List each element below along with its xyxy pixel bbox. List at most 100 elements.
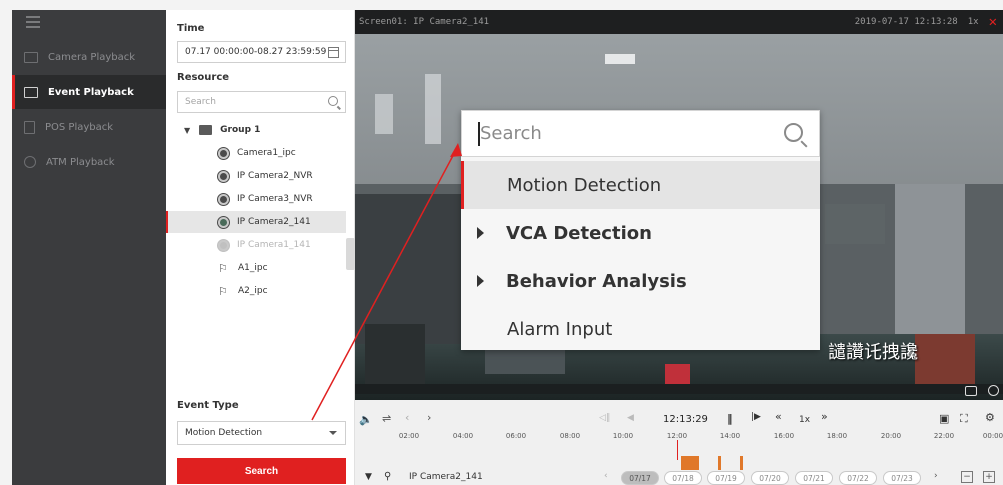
hamburger-menu-icon[interactable] <box>26 16 40 30</box>
tick-label: 18:00 <box>826 432 848 440</box>
playback-speed: 1x <box>799 415 811 425</box>
tree-alarm-row[interactable]: ⚐ A2_ipc <box>166 280 346 302</box>
timeline-cursor[interactable] <box>677 440 678 460</box>
event-segment[interactable] <box>718 456 721 470</box>
event-type-value: Motion Detection <box>185 428 263 438</box>
speed-up-icon[interactable]: » <box>821 410 828 423</box>
tick-label: 06:00 <box>505 432 527 440</box>
event-segment[interactable] <box>740 456 743 470</box>
tick-label: 10:00 <box>612 432 634 440</box>
dropdown-item-alarm-input[interactable]: Alarm Input <box>461 305 820 353</box>
fullscreen-icon[interactable]: ⛶ <box>960 412 968 426</box>
event-type-dropdown-menu: Search Motion Detection VCA Detection Be… <box>461 110 820 350</box>
camera-label: Camera1_ipc <box>237 148 296 158</box>
dates-prev-icon[interactable]: ‹ <box>604 471 608 481</box>
date-pill[interactable]: 07/21 <box>795 471 833 485</box>
expand-triangle-icon[interactable] <box>477 275 484 287</box>
calendar-icon[interactable] <box>328 47 339 58</box>
close-icon[interactable]: ✕ <box>989 15 997 29</box>
tick-label: 04:00 <box>452 432 474 440</box>
tick-label: 16:00 <box>773 432 795 440</box>
panel-collapse-handle[interactable] <box>346 238 355 270</box>
group-label: Group 1 <box>220 125 261 135</box>
date-pill-selected[interactable]: 07/17 <box>621 471 659 485</box>
tree-camera-row[interactable]: Camera1_ipc <box>166 142 346 164</box>
tree-camera-row-selected[interactable]: IP Camera2_141 <box>166 211 346 233</box>
nav-item-label: Camera Playback <box>48 51 136 63</box>
dropdown-item-motion-detection[interactable]: Motion Detection <box>461 161 820 209</box>
snapshot-icon[interactable] <box>965 386 977 396</box>
resource-search-input[interactable]: Search <box>177 91 346 113</box>
dropdown-search-input[interactable]: Search <box>461 110 820 157</box>
tick-label: 20:00 <box>880 432 902 440</box>
camera-label: IP Camera3_NVR <box>237 194 313 204</box>
search-icon[interactable] <box>784 123 803 142</box>
camera-label: IP Camera1_141 <box>237 240 311 250</box>
atm-playback-icon <box>24 156 36 168</box>
zoom-out-button[interactable]: − <box>961 471 973 483</box>
dropdown-item-label: Behavior Analysis <box>506 270 687 292</box>
playback-controls: 🔈 ⇌ ‹ › ◁‖ ◀ 12:13:29 ‖ |▶ « 1x » ▣ ⛶ ⚙ … <box>355 400 1003 485</box>
date-pill[interactable]: 07/20 <box>751 471 789 485</box>
nav-item-pos-playback[interactable]: POS Playback <box>12 110 166 144</box>
slow-down-icon[interactable]: « <box>775 410 782 423</box>
folder-icon <box>199 125 213 135</box>
event-type-select[interactable]: Motion Detection <box>177 421 346 445</box>
dates-next-icon[interactable]: › <box>934 471 938 481</box>
timeline-ruler[interactable]: 02:00 04:00 06:00 08:00 10:00 12:00 14:0… <box>355 430 1003 460</box>
nav-item-camera-playback[interactable]: Camera Playback <box>12 40 166 74</box>
nav-item-label: ATM Playback <box>46 156 115 168</box>
step-forward-icon[interactable]: |▶ <box>751 412 761 422</box>
camera-label: IP Camera2_141 <box>237 217 311 227</box>
tree-group-1[interactable]: ▼ Group 1 <box>166 119 346 141</box>
skip-back-icon[interactable]: ◁‖ <box>599 413 610 423</box>
camera-icon <box>218 170 229 182</box>
pause-icon[interactable]: ‖ <box>727 412 733 425</box>
date-pill[interactable]: 07/22 <box>839 471 877 485</box>
alarm-input-icon: ⚐ <box>218 261 228 275</box>
tree-camera-row[interactable]: IP Camera3_NVR <box>166 188 346 210</box>
pin-icon[interactable]: ⚲ <box>384 471 391 482</box>
tick-label: 14:00 <box>719 432 741 440</box>
resource-section-title: Resource <box>177 72 230 83</box>
next-icon[interactable]: › <box>427 411 431 424</box>
date-pill[interactable]: 07/23 <box>883 471 921 485</box>
adjust-icon[interactable]: ⇌ <box>382 412 391 425</box>
time-range-value: 07.17 00:00:00-08.27 23:59:59 <box>185 47 327 57</box>
tree-camera-row[interactable]: IP Camera2_NVR <box>166 165 346 187</box>
record-icon[interactable] <box>988 385 999 396</box>
chevron-down-icon <box>329 431 337 435</box>
nav-item-label: Event Playback <box>48 86 134 98</box>
expand-caret-icon[interactable]: ▼ <box>184 126 190 135</box>
search-icon[interactable] <box>328 96 338 106</box>
camera-icon <box>218 147 229 159</box>
clip-icon[interactable]: ▣ <box>939 412 949 425</box>
expand-triangle-icon[interactable] <box>477 227 484 239</box>
dropdown-item-vca-detection[interactable]: VCA Detection <box>461 209 820 257</box>
camera-icon <box>218 193 229 205</box>
nav-item-event-playback[interactable]: Event Playback <box>12 75 166 109</box>
event-playback-icon <box>24 86 38 98</box>
camera-offline-icon <box>218 239 229 251</box>
date-pill[interactable]: 07/19 <box>707 471 745 485</box>
date-pill[interactable]: 07/18 <box>664 471 702 485</box>
tree-alarm-row[interactable]: ⚐ A1_ipc <box>166 257 346 279</box>
time-range-field[interactable]: 07.17 00:00:00-08.27 23:59:59 <box>177 41 346 63</box>
step-back-icon[interactable]: ◀ <box>627 413 634 423</box>
nav-item-atm-playback[interactable]: ATM Playback <box>12 145 166 179</box>
zoom-in-button[interactable]: + <box>983 471 995 483</box>
tick-label: 00:00 <box>982 432 1003 440</box>
camera-label: IP Camera2_NVR <box>237 171 313 181</box>
collapse-triangle-icon[interactable]: ▼ <box>365 472 372 482</box>
gear-icon[interactable]: ⚙ <box>985 411 995 424</box>
search-button[interactable]: Search <box>177 458 346 484</box>
tree-camera-row-offline[interactable]: IP Camera1_141 <box>166 234 346 256</box>
dropdown-search-placeholder: Search <box>480 123 542 144</box>
volume-icon[interactable]: 🔈 <box>359 413 373 426</box>
tick-label: 12:00 <box>666 432 688 440</box>
prev-icon[interactable]: ‹ <box>405 411 409 424</box>
event-segment[interactable] <box>681 456 699 470</box>
video-speed: 1x <box>967 17 979 27</box>
screen-title: Screen01: IP Camera2_141 <box>359 17 490 27</box>
dropdown-item-behavior-analysis[interactable]: Behavior Analysis <box>461 257 820 305</box>
